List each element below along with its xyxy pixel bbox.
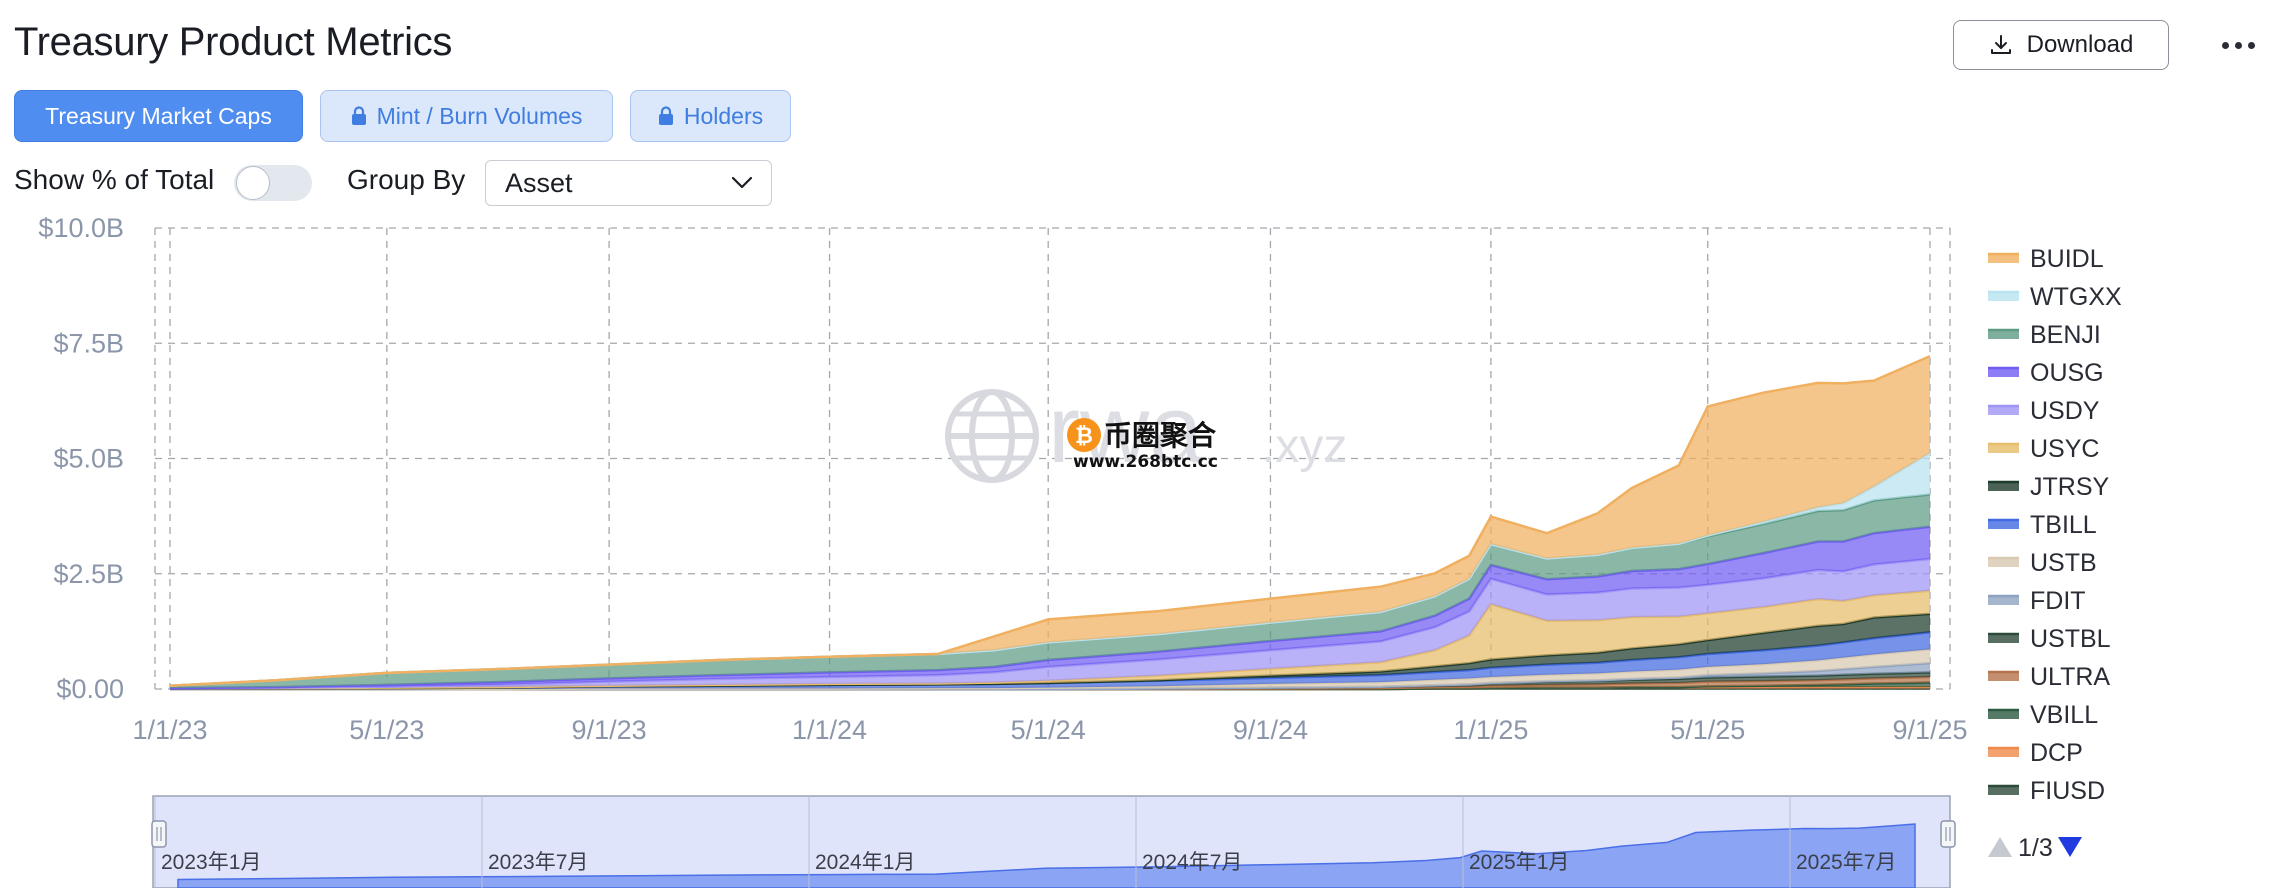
ellipsis-icon[interactable]	[2210, 22, 2266, 68]
group-by-label: Group By	[347, 164, 466, 195]
watermark-badge: ₿ 币圈聚合 www.268btc.cc	[1067, 418, 1218, 472]
x-tick-label: 1/1/23	[132, 715, 207, 745]
legend-pager: 1/3	[1988, 834, 2082, 862]
y-tick-label: $2.5B	[53, 559, 124, 589]
legend-swatch	[1988, 596, 2019, 605]
legend-swatch	[1988, 520, 2019, 529]
navigator-label: 2023年7月	[488, 851, 588, 874]
legend-swatch	[1988, 786, 2019, 795]
legend-swatch	[1988, 482, 2019, 491]
x-tick-label: 9/1/25	[1892, 715, 1967, 745]
navigator-label: 2024年7月	[1142, 851, 1242, 874]
badge-url: www.268btc.cc	[1073, 452, 1218, 472]
legend-swatch	[1988, 254, 2019, 263]
legend-label[interactable]: DCP	[2030, 739, 2083, 767]
navigator-label: 2025年7月	[1796, 851, 1896, 874]
legend-label[interactable]: ULTRA	[2030, 663, 2110, 691]
x-tick-label: 9/1/23	[572, 715, 647, 745]
download-icon	[1990, 35, 2011, 54]
navigator-label: 2025年1月	[1469, 851, 1569, 874]
legend-label[interactable]: BUIDL	[2030, 245, 2104, 273]
navigator-handle[interactable]	[1940, 820, 1956, 848]
legend-swatch	[1988, 330, 2019, 339]
legend-label[interactable]: USTB	[2030, 549, 2097, 577]
legend-label[interactable]: TBILL	[2030, 511, 2097, 539]
tab-label: Holders	[683, 102, 764, 129]
legend-swatch	[1988, 558, 2019, 567]
bitcoin-glyph: ₿	[1075, 424, 1093, 449]
chart-legend: BUIDL WTGXX BENJI OUSG USDY USYC JTRSY TBILL UST…	[1988, 245, 2122, 805]
legend-label[interactable]: WTGXX	[2030, 283, 2122, 311]
legend-swatch	[1988, 748, 2019, 757]
legend-label[interactable]: BENJI	[2030, 321, 2101, 349]
legend-label[interactable]: USDY	[2030, 397, 2100, 425]
y-tick-label: $7.5B	[53, 328, 124, 358]
toggle-knob	[236, 166, 270, 200]
pager-text: 1/3	[2018, 834, 2053, 862]
legend-swatch	[1988, 444, 2019, 453]
legend-swatch	[1988, 368, 2019, 377]
tab-mint-burn-volumes[interactable]: Mint / Burn Volumes	[320, 90, 613, 142]
lock-icon	[351, 106, 366, 125]
navigator-handle[interactable]	[151, 820, 167, 848]
navigator-label: 2024年1月	[815, 851, 915, 874]
x-tick-label: 5/1/25	[1670, 715, 1745, 745]
x-tick-label: 1/1/24	[792, 715, 867, 745]
download-label: Download	[2026, 31, 2134, 58]
globe-icon	[945, 389, 1039, 483]
x-tick-label: 5/1/23	[349, 715, 424, 745]
badge-text: 币圈聚合	[1104, 419, 1217, 452]
legend-label[interactable]: FDIT	[2030, 587, 2086, 615]
navigator-label: 2023年1月	[161, 851, 261, 874]
page-title: Treasury Product Metrics	[14, 20, 453, 64]
legend-label[interactable]: FIUSD	[2030, 777, 2105, 805]
group-by-select[interactable]: Asset	[485, 160, 772, 206]
legend-label[interactable]: OUSG	[2030, 359, 2104, 387]
tab-label: Mint / Burn Volumes	[376, 102, 583, 129]
show-pct-label: Show % of Total	[14, 164, 215, 195]
legend-label[interactable]: USTBL	[2030, 625, 2111, 653]
watermark-domain: .xyz	[1262, 420, 1347, 473]
tab-label: Treasury Market Caps	[45, 102, 272, 129]
legend-swatch	[1988, 634, 2019, 643]
legend-swatch	[1988, 710, 2019, 719]
y-tick-label: $10.0B	[38, 213, 124, 243]
range-navigator[interactable]: 2023年1月 2023年7月 2024年1月 2024年7月 2025年1月 2025年…	[151, 795, 1956, 888]
y-tick-label: $0.00	[56, 674, 124, 704]
legend-swatch	[1988, 406, 2019, 415]
legend-label[interactable]: JTRSY	[2030, 473, 2110, 501]
tab-treasury-market-caps[interactable]: Treasury Market Caps	[14, 90, 303, 142]
legend-label[interactable]: VBILL	[2030, 701, 2098, 729]
legend-label[interactable]: USYC	[2030, 435, 2099, 463]
pager-next-icon[interactable]	[2058, 837, 2082, 857]
show-pct-toggle[interactable]	[234, 165, 312, 201]
x-tick-label: 9/1/24	[1233, 715, 1308, 745]
y-tick-label: $5.0B	[53, 444, 124, 474]
chevron-down-icon	[731, 176, 753, 189]
download-button[interactable]: Download	[1953, 20, 2169, 70]
tab-holders[interactable]: Holders	[630, 90, 791, 142]
x-tick-label: 5/1/24	[1011, 715, 1086, 745]
legend-swatch	[1988, 292, 2019, 301]
lock-icon	[658, 106, 673, 125]
market-cap-chart: rwa .xyz $0.00$2.5B$5.0B$7.5B$10.0B1/1/2…	[38, 213, 2122, 888]
pager-prev-icon[interactable]	[1988, 837, 2012, 857]
x-tick-label: 1/1/25	[1453, 715, 1528, 745]
legend-swatch	[1988, 672, 2019, 681]
group-by-value: Asset	[505, 167, 573, 198]
